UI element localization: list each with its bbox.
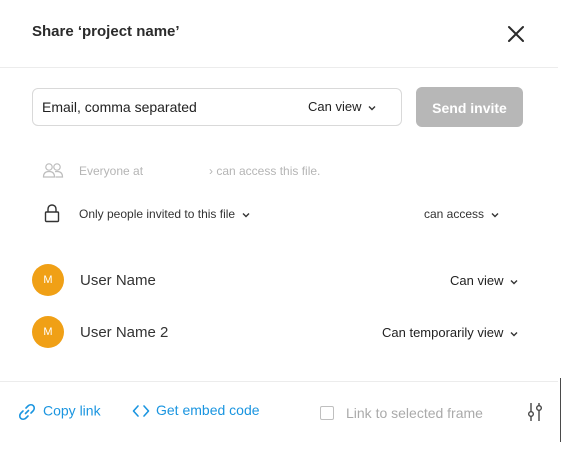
link-access-dropdown[interactable]: Only people invited to this file [79,207,251,221]
copy-link-label: Copy link [43,402,101,419]
embed-code-label: Get embed code [156,402,260,418]
user-permission-label: Can temporarily view [382,325,504,340]
user-name: User Name 2 [80,324,169,341]
avatar: M [32,264,64,296]
close-button[interactable] [505,23,527,45]
user-permission-dropdown[interactable]: Can view [450,273,519,288]
dialog-title: Share ‘project name’ [32,23,180,40]
invite-permission-label: Can view [308,99,362,114]
footer-divider [0,381,558,382]
chevron-down-icon [368,105,376,111]
header-divider [0,67,558,68]
chevron-down-icon [510,331,518,337]
link-access-label: Only people invited to this file [79,207,236,221]
chevron-down-icon [491,212,499,218]
link-to-frame-label: Link to selected frame [346,405,483,421]
access-level-label: can access [424,207,485,221]
avatar: M [32,316,64,348]
user-permission-label: Can view [450,273,504,288]
get-embed-code-button[interactable]: Get embed code [132,402,260,418]
everyone-access-text: Everyone at [79,164,144,178]
everyone-access-text-suffix: › can access this file. [209,164,321,178]
lock-icon [43,203,61,223]
copy-link-button[interactable]: Copy link [17,402,101,422]
access-level-dropdown[interactable]: can access [424,207,500,221]
code-icon [132,405,150,418]
email-field[interactable] [42,97,282,117]
panel-edge-divider [560,378,561,442]
invite-permission-dropdown[interactable]: Can view [308,99,377,114]
send-invite-button[interactable]: Send invite [416,87,523,127]
settings-sliders-icon[interactable] [526,401,544,423]
people-icon [42,161,64,179]
link-icon [18,403,36,421]
user-permission-dropdown[interactable]: Can temporarily view [382,325,519,340]
user-name: User Name [80,272,156,289]
chevron-down-icon [510,279,518,285]
chevron-down-icon [242,212,250,218]
close-icon [508,26,524,42]
link-to-frame-checkbox[interactable] [320,406,334,420]
